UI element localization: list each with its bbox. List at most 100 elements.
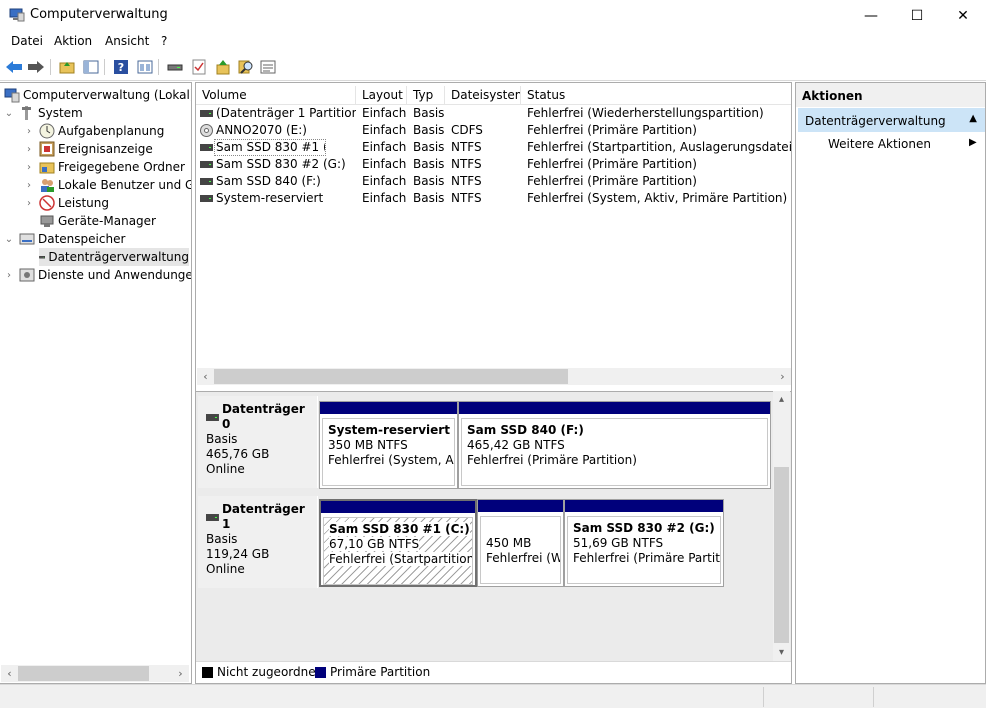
volume-layout: Einfach [362,157,407,171]
properties-button[interactable] [135,57,155,77]
scroll-up-icon[interactable]: ▴ [773,391,790,408]
disk-type: Basis [206,532,238,546]
tree-item-freigegebene-ordner[interactable]: › Freigegebene Ordner [24,158,185,176]
volume-row[interactable]: Sam SSD 830 #2 (G:) Einfach Basis NTFS F… [196,156,791,173]
collapse-up-icon[interactable]: ▲ [969,113,977,124]
column-header-dateisystem[interactable]: Dateisystem [445,86,521,105]
up-folder-button[interactable] [57,57,77,77]
tree-item-datenspeicher[interactable]: ⌄ Datenspeicher [4,230,126,248]
volume-status: Fehlerfrei (Wiederherstellungspartition) [527,106,764,120]
help-button[interactable]: ? [111,57,131,77]
scroll-left-icon[interactable]: ‹ [1,665,18,682]
partition-system-reserviert[interactable]: System-reserviert 350 MB NTFS Fehlerfrei… [319,401,458,489]
volume-row[interactable]: (Datenträger 1 Partition 2) Einfach Basi… [196,105,791,122]
chevron-right-icon[interactable]: › [24,180,34,191]
clock-icon [39,123,55,139]
back-arrow-icon [6,61,22,73]
menu-datei[interactable]: Datei [11,34,43,48]
volume-list-horizontal-scrollbar[interactable]: ‹ › [197,368,791,385]
legend-unallocated: Nicht zugeordnet [217,665,321,679]
partition-size: 350 MB NTFS [328,438,408,452]
volume-row[interactable]: Sam SSD 830 #1 (C:) Einfach Basis NTFS F… [196,139,791,156]
checklist-button[interactable] [189,57,209,77]
tree-item-system[interactable]: ⌄ System [4,104,83,122]
disk-icon [167,64,183,71]
scroll-left-icon[interactable]: ‹ [197,368,214,385]
computer-management-icon [9,8,25,22]
menu-aktion[interactable]: Aktion [54,34,92,48]
status-bar [0,684,986,708]
tree-item-datentraegerverwaltung[interactable]: Datenträgerverwaltung [39,248,189,266]
scroll-down-icon[interactable]: ▾ [773,644,790,661]
tree-item-dienste-und-anwendungen[interactable]: › Dienste und Anwendungen [4,266,191,284]
volume-row[interactable]: Sam SSD 840 (F:) Einfach Basis NTFS Fehl… [196,173,791,190]
toolbar-separator [104,59,105,75]
partition-sam-ssd-830-1[interactable]: Sam SSD 830 #1 (C:) 67,10 GB NTFS Fehler… [319,499,477,587]
tree-item-label: Computerverwaltung (Lokal) [23,88,192,102]
tree-item-ereignisanzeige[interactable]: › Ereignisanzeige [24,140,153,158]
tree-item-aufgabenplanung[interactable]: › Aufgabenplanung [24,122,164,140]
chevron-right-icon[interactable]: › [4,270,14,281]
submenu-arrow-icon[interactable]: ▶ [969,137,977,148]
primary-partition-bar [459,402,770,416]
menu-help[interactable]: ? [161,34,167,48]
tree-item-lokale-benutzer[interactable]: › Lokale Benutzer und Gru [24,176,191,194]
disk-1-label[interactable]: Datenträger 1 Basis 119,24 GB Online [198,496,318,588]
drive-icon [200,144,213,151]
tree-item-computerverwaltung[interactable]: Computerverwaltung (Lokal) [4,86,192,104]
show-hide-tree-button[interactable] [81,57,101,77]
menu-ansicht[interactable]: Ansicht [105,34,149,48]
disk-state: Online [206,562,245,576]
scroll-right-icon[interactable]: › [774,368,791,385]
column-header-typ[interactable]: Typ [407,86,445,105]
partition-sam-ssd-830-2[interactable]: Sam SSD 830 #2 (G:) 51,69 GB NTFS Fehler… [564,499,724,587]
chevron-down-icon[interactable]: ⌄ [4,234,14,245]
chevron-down-icon[interactable]: ⌄ [4,108,14,119]
search-button[interactable] [236,57,256,77]
scrollbar-thumb[interactable] [18,666,149,681]
partition-sam-ssd-840[interactable]: Sam SSD 840 (F:) 465,42 GB NTFS Fehlerfr… [458,401,771,489]
forward-button[interactable] [26,57,46,77]
disk-size: 465,76 GB [206,447,270,461]
disk-view-vertical-scrollbar[interactable]: ▴ ▾ [773,391,790,661]
actions-section-label: Datenträgerverwaltung [805,114,946,128]
volume-row[interactable]: ANNO2070 (E:) Einfach Basis CDFS Fehlerf… [196,122,791,139]
export-button[interactable] [213,57,233,77]
drive-icon [206,413,219,421]
disk-name: Datenträger 1 [221,502,305,531]
disk-state: Online [206,462,245,476]
volume-typ: Basis [413,123,445,137]
chevron-right-icon[interactable]: › [24,198,34,209]
actions-section-datentraegerverwaltung[interactable]: Datenträgerverwaltung ▲ [798,108,985,132]
window-title: Computerverwaltung [30,7,168,22]
disk-button[interactable] [165,57,185,77]
weitere-aktionen-label: Weitere Aktionen [828,137,931,151]
chevron-right-icon[interactable]: › [24,144,34,155]
partition-recovery[interactable]: 450 MB Fehlerfrei (Wi [477,499,564,587]
weitere-aktionen-item[interactable]: Weitere Aktionen [828,137,931,151]
maximize-button[interactable]: ☐ [894,0,940,31]
volume-fs: NTFS [451,157,482,171]
back-button[interactable] [4,57,24,77]
scroll-right-icon[interactable]: › [172,665,189,682]
chevron-right-icon[interactable]: › [24,126,34,137]
close-button[interactable]: ✕ [940,0,986,31]
primary-partition-bar [320,402,457,416]
tree-horizontal-scrollbar[interactable]: ‹ › [1,665,189,682]
maximize-icon: ☐ [910,7,924,24]
minimize-button[interactable]: — [848,0,894,31]
chevron-right-icon[interactable]: › [24,162,34,173]
tree-item-geraete-manager[interactable]: Geräte-Manager [39,212,156,230]
tree-item-leistung[interactable]: › Leistung [24,194,109,212]
scrollbar-thumb[interactable] [214,369,568,384]
up-folder-icon [59,62,75,74]
volume-list-header: Volume Layout Typ Dateisystem Status [196,86,791,105]
disk-0-label[interactable]: Datenträger 0 Basis 465,76 GB Online [198,396,318,488]
disk-name: Datenträger 0 [221,402,305,431]
column-header-layout[interactable]: Layout [356,86,407,105]
column-header-volume[interactable]: Volume [196,86,356,105]
column-header-status[interactable]: Status [521,86,791,105]
scrollbar-thumb[interactable] [774,467,789,643]
details-button[interactable] [258,57,278,77]
volume-row[interactable]: System-reserviert Einfach Basis NTFS Feh… [196,190,791,207]
